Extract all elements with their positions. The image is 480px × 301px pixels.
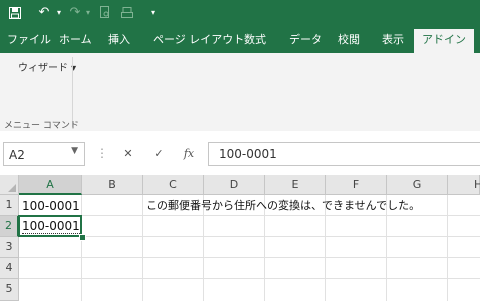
row-header-4[interactable]: 4 — [0, 258, 19, 279]
quick-access-toolbar: ↶ ▾ ↷ ▾ ▾ — [0, 0, 480, 26]
customize-qat-icon[interactable]: ▾ — [148, 0, 158, 26]
tab-review[interactable]: 校閲 — [338, 26, 360, 53]
tab-formulas[interactable]: 数式 — [244, 26, 266, 53]
grid-line — [142, 195, 143, 301]
column-header-h[interactable]: H — [448, 175, 480, 195]
ribbon-group-separator — [72, 57, 73, 127]
grid-line — [19, 236, 480, 237]
tab-insert[interactable]: 挿入 — [108, 26, 130, 53]
tab-file[interactable]: ファイル — [7, 26, 51, 53]
ribbon-panel: ウィザード ▾ メニュー コマンド — [0, 53, 480, 132]
select-all-button[interactable] — [0, 175, 19, 195]
formula-value: 100-0001 — [219, 147, 277, 161]
formula-bar-grip-icon: ⋮ — [96, 146, 108, 160]
name-box-value: A2 — [9, 148, 25, 162]
quick-print-icon[interactable] — [120, 0, 134, 26]
column-header-a[interactable]: A — [19, 175, 82, 195]
column-header-c[interactable]: C — [143, 175, 204, 195]
row-header-1[interactable]: 1 — [0, 195, 19, 216]
print-preview-icon[interactable] — [98, 0, 112, 26]
column-header-f[interactable]: F — [326, 175, 387, 195]
undo-icon[interactable]: ↶ — [36, 0, 52, 26]
column-header-g[interactable]: G — [387, 175, 448, 195]
cancel-button[interactable]: ✕ — [117, 142, 139, 166]
wizard-menu-button[interactable]: ウィザード ▾ — [18, 59, 76, 74]
undo-dropdown-icon[interactable]: ▾ — [54, 0, 64, 26]
redo-dropdown-icon[interactable]: ▾ — [84, 0, 92, 26]
grid-line — [19, 257, 480, 258]
enter-button[interactable]: ✓ — [148, 142, 170, 166]
cell-a1[interactable]: 100-0001 — [22, 196, 80, 216]
grid-line — [81, 195, 82, 301]
active-cell-border — [18, 215, 82, 237]
tab-home[interactable]: ホーム — [59, 26, 92, 53]
insert-function-button[interactable]: fx — [178, 142, 200, 166]
column-header-b[interactable]: B — [82, 175, 143, 195]
grid-line — [19, 278, 480, 279]
row-header-2[interactable]: 2 — [0, 216, 19, 237]
save-icon[interactable] — [6, 0, 24, 26]
ribbon-tabs: ファイル ホーム 挿入 ページ レイアウト 数式 データ 校閲 表示 アドイン — [0, 26, 480, 53]
redo-icon[interactable]: ↷ — [68, 0, 82, 26]
row-header-5[interactable]: 5 — [0, 279, 19, 301]
name-box[interactable]: A2 ▼ — [3, 142, 85, 166]
cell-c1[interactable]: この郵便番号から住所への変換は、できませんでした。 — [146, 196, 420, 216]
tab-view[interactable]: 表示 — [382, 26, 404, 53]
column-header-e[interactable]: E — [265, 175, 326, 195]
fill-handle[interactable] — [79, 234, 86, 241]
tab-page-layout[interactable]: ページ レイアウト — [153, 26, 244, 53]
chevron-down-icon[interactable]: ▼ — [71, 146, 78, 156]
column-header-d[interactable]: D — [204, 175, 265, 195]
worksheet-grid[interactable]: A B C D E F G H 1 2 3 4 5 100-0001 この郵便番… — [0, 175, 480, 301]
ribbon-group-label: メニュー コマンド — [4, 121, 79, 131]
grid-line — [447, 195, 448, 301]
formula-input[interactable]: 100-0001 — [208, 142, 480, 166]
row-header-3[interactable]: 3 — [0, 237, 19, 258]
tab-data[interactable]: データ — [289, 26, 322, 53]
tab-add-ins[interactable]: アドイン — [414, 29, 474, 53]
